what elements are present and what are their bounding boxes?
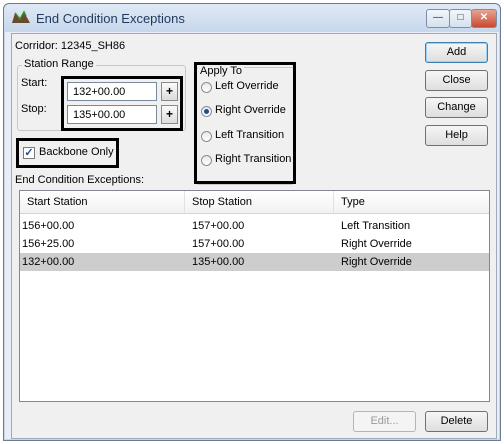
window-title: End Condition Exceptions xyxy=(36,11,185,26)
corridor-label: Corridor: 12345_SH86 xyxy=(15,40,126,52)
station-range-title: Station Range xyxy=(22,58,96,70)
add-button[interactable]: Add xyxy=(425,42,488,63)
cell-type: Right Override xyxy=(341,256,412,268)
backbone-highlight xyxy=(16,138,119,168)
maximize-icon: □ xyxy=(457,12,464,23)
cell-type: Left Transition xyxy=(341,220,411,232)
cell-type: Right Override xyxy=(341,238,412,250)
exceptions-label: End Condition Exceptions: xyxy=(15,174,145,186)
table-row-selected[interactable]: 132+00.00 135+00.00 Right Override xyxy=(20,253,489,271)
table-row[interactable]: 156+00.00 157+00.00 Left Transition xyxy=(20,217,489,235)
exceptions-list[interactable]: Start Station Stop Station Type 156+00.0… xyxy=(19,190,490,402)
cell-start-station: 156+00.00 xyxy=(22,220,75,232)
corridor-value: 12345_SH86 xyxy=(60,40,126,52)
cell-stop-station: 135+00.00 xyxy=(192,256,245,268)
maximize-button[interactable]: □ xyxy=(449,9,472,28)
change-button[interactable]: Change xyxy=(425,97,488,118)
station-range-highlight xyxy=(61,76,183,131)
column-start-station[interactable]: Start Station xyxy=(20,191,185,213)
app-icon xyxy=(12,10,30,23)
close-button[interactable]: Close xyxy=(425,70,488,91)
cell-start-station: 132+00.00 xyxy=(22,256,75,268)
close-icon: ✕ xyxy=(479,12,489,23)
minimize-button[interactable]: — xyxy=(426,9,450,28)
delete-button[interactable]: Delete xyxy=(425,411,488,432)
minimize-icon: — xyxy=(433,12,443,23)
column-type[interactable]: Type xyxy=(334,191,489,213)
title-bar[interactable]: End Condition Exceptions — □ ✕ xyxy=(4,4,500,32)
start-label: Start: xyxy=(21,77,48,89)
dialog-client: Corridor: 12345_SH86 Station Range Start… xyxy=(11,33,497,439)
cell-stop-station: 157+00.00 xyxy=(192,220,245,232)
column-stop-station[interactable]: Stop Station xyxy=(185,191,334,213)
cell-stop-station: 157+00.00 xyxy=(192,238,245,250)
edit-button[interactable]: Edit... xyxy=(353,411,416,432)
help-button[interactable]: Help xyxy=(425,125,488,146)
stop-label: Stop: xyxy=(21,103,47,115)
list-header: Start Station Stop Station Type xyxy=(20,191,489,214)
close-window-button[interactable]: ✕ xyxy=(471,9,497,28)
dialog-window: End Condition Exceptions — □ ✕ Corridor:… xyxy=(3,3,501,441)
apply-to-highlight xyxy=(194,62,296,184)
cell-start-station: 156+25.00 xyxy=(22,238,75,250)
table-row[interactable]: 156+25.00 157+00.00 Right Override xyxy=(20,235,489,253)
